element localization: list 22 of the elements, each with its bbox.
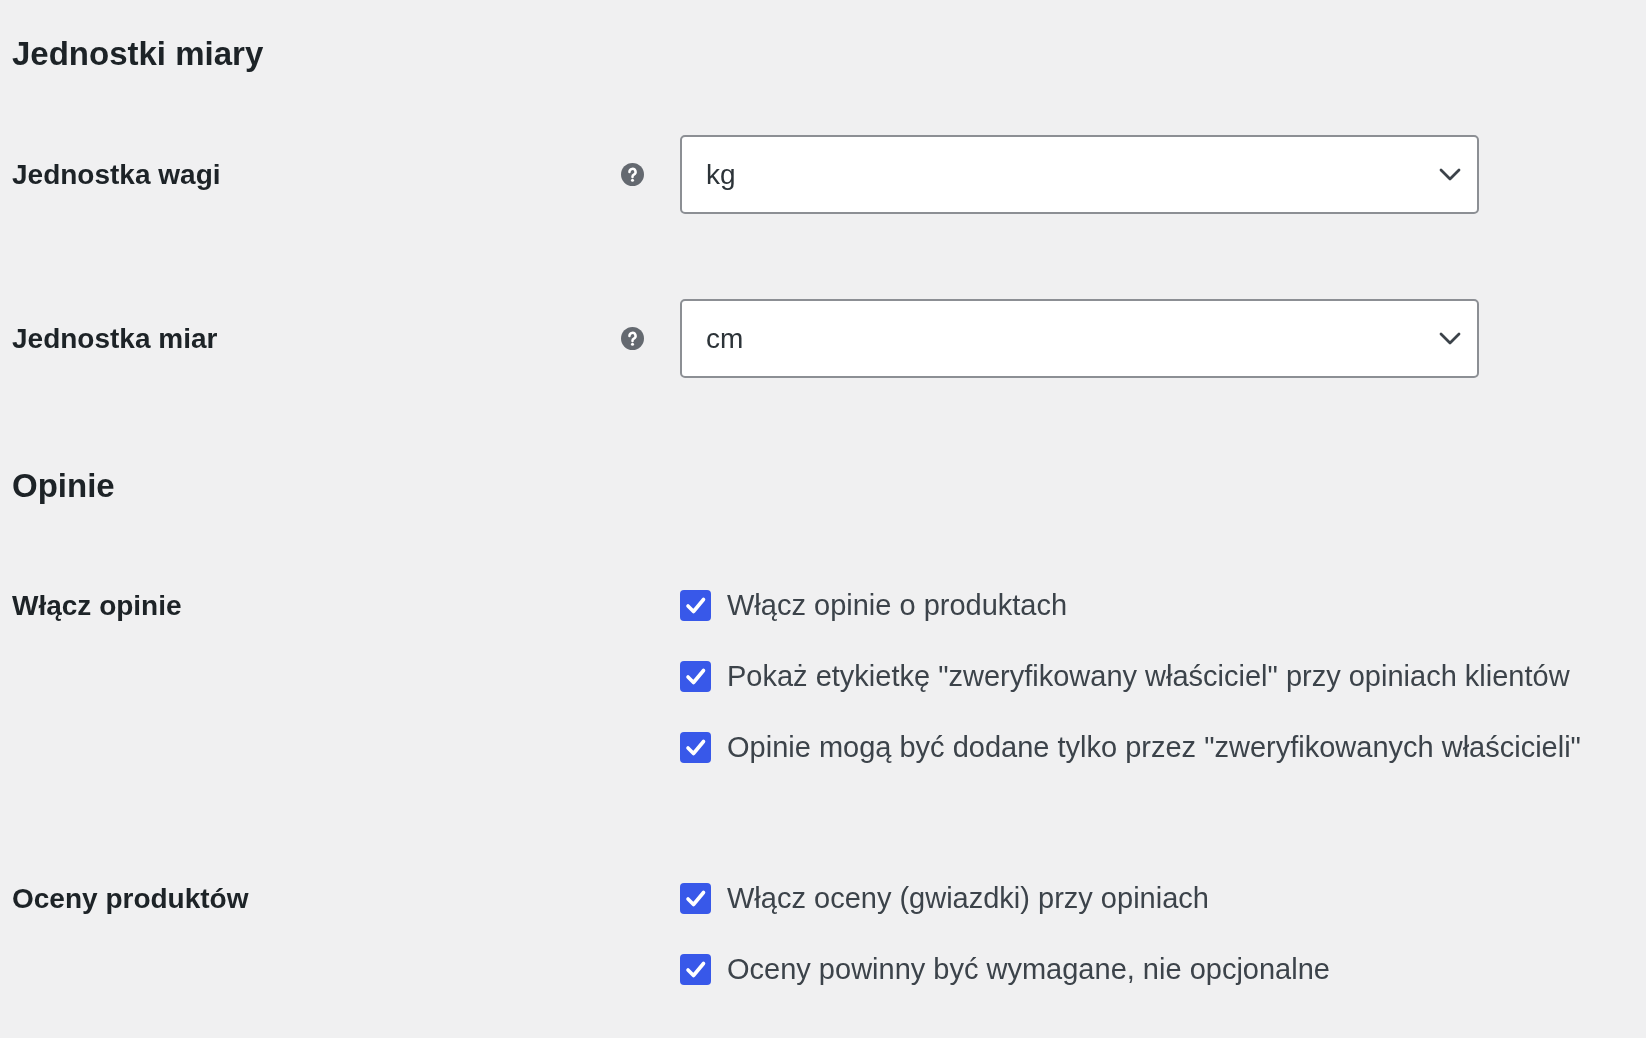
checkbox-label[interactable]: Pokaż etykietkę "zweryfikowany właściciel" przy opiniach klientów [727,661,1570,692]
field-label: Włącz opinie [12,590,182,621]
checkbox[interactable] [680,661,711,692]
field-label: Jednostka miar [12,323,218,354]
checkbox[interactable] [680,954,711,985]
help-icon[interactable] [620,327,644,350]
section-heading: Jednostki miary [12,35,264,73]
select-dropdown[interactable]: cm [680,299,1479,378]
checkbox-label[interactable]: Opinie mogą być dodane tylko przez "zweryfikowanych właścicieli" [727,732,1581,763]
checkbox-label[interactable]: Włącz oceny (gwiazdki) przy opiniach [727,883,1209,914]
chevron-down-icon [1439,332,1461,345]
checkbox[interactable] [680,883,711,914]
chevron-down-icon [1439,168,1461,181]
field-label: Jednostka wagi [12,159,221,190]
select-dropdown[interactable]: kg [680,135,1479,214]
checkbox-label[interactable]: Oceny powinny być wymagane, nie opcjonalne [727,954,1330,985]
checkbox-label[interactable]: Włącz opinie o produktach [727,590,1068,621]
help-icon[interactable] [620,163,644,186]
section-heading: Opinie [12,467,115,505]
checkbox[interactable] [680,590,711,621]
checkbox[interactable] [680,732,711,763]
field-label: Oceny produktów [12,883,249,914]
